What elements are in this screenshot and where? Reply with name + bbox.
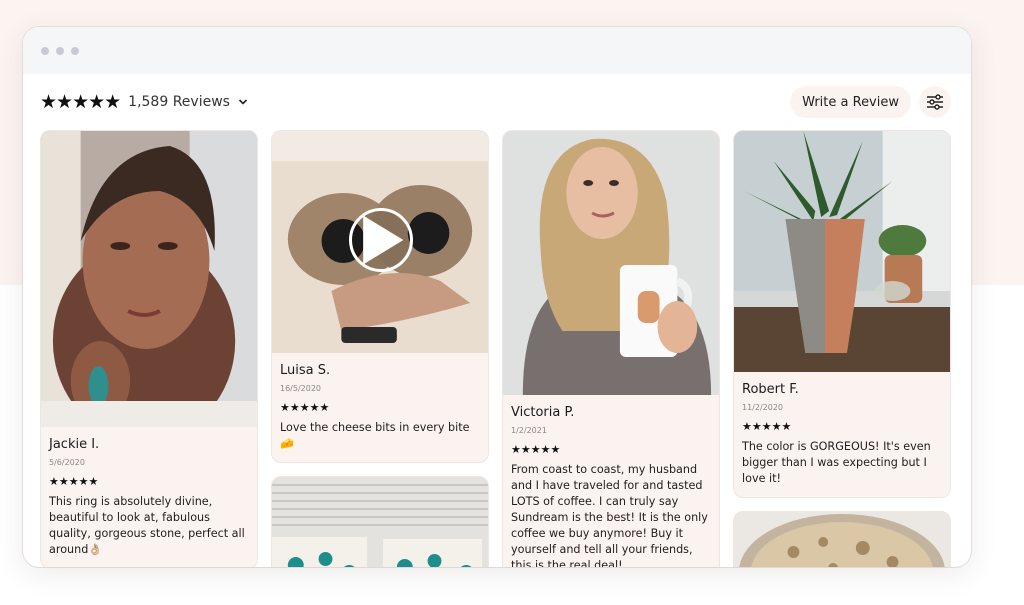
review-date: 11/2/2020	[742, 403, 784, 412]
review-photo	[503, 131, 719, 395]
reviews-column: Jackie I. 5/6/2020 ★★★★★ This ring is ab…	[40, 130, 258, 567]
write-review-button[interactable]: Write a Review	[790, 86, 911, 118]
review-photo	[734, 131, 950, 372]
five-star-icon: ★★★★★	[49, 475, 99, 488]
review-count: 1,589 Reviews	[128, 94, 230, 110]
review-card[interactable]: Luisa S. 16/5/2020 ★★★★★ Love the cheese…	[271, 130, 489, 463]
window-dot	[71, 46, 79, 55]
five-star-icon: ★★★★★	[742, 420, 792, 433]
reviews-summary-dropdown[interactable]: ★★★★★ 1,589 Reviews	[40, 91, 248, 113]
review-card[interactable]: Victoria P. 1/2/2021 ★★★★★ From coast to…	[502, 130, 720, 567]
review-card[interactable]	[271, 476, 489, 567]
chevron-down-icon	[238, 99, 248, 105]
review-text: The color is GORGEOUS! It's even bigger …	[742, 440, 931, 485]
reviewer-name: Victoria P.	[511, 405, 575, 420]
window-dot	[41, 46, 49, 55]
toolbar-actions: Write a Review	[790, 86, 951, 118]
reviewer-name: Robert F.	[742, 382, 799, 397]
review-photo	[272, 477, 488, 567]
review-photo	[41, 131, 257, 427]
review-date: 16/5/2020	[280, 384, 322, 393]
food-bowl-photo-image	[734, 512, 950, 567]
review-video-thumbnail[interactable]	[272, 131, 488, 353]
planter-photo-image	[734, 131, 950, 372]
review-date: 1/2/2021	[511, 426, 547, 435]
reviews-grid: Jackie I. 5/6/2020 ★★★★★ This ring is ab…	[40, 130, 951, 567]
play-button[interactable]	[349, 208, 413, 272]
review-card[interactable]: Robert F. 11/2/2020 ★★★★★ The color is G…	[733, 130, 951, 498]
review-photo	[734, 512, 950, 567]
five-star-icon: ★★★★★	[280, 401, 330, 414]
reviewer-name: Luisa S.	[280, 363, 331, 378]
window-chrome	[23, 27, 971, 74]
sliders-icon	[927, 94, 943, 110]
filter-button[interactable]	[919, 86, 951, 118]
reviews-toolbar: ★★★★★ 1,589 Reviews Write a Review	[23, 74, 971, 130]
portrait-photo-image	[41, 131, 257, 427]
review-date: 5/6/2020	[49, 458, 85, 467]
review-text: From coast to coast, my husband and I ha…	[511, 463, 708, 567]
reviews-column: Victoria P. 1/2/2021 ★★★★★ From coast to…	[502, 130, 720, 567]
play-icon	[363, 215, 404, 265]
window-dot	[56, 46, 64, 55]
review-text: This ring is absolutely divine, beautifu…	[49, 495, 245, 556]
reviewer-name: Jackie I.	[49, 437, 100, 452]
reviews-widget-window: ★★★★★ 1,589 Reviews Write a Review Jacki…	[23, 27, 971, 567]
five-star-icon: ★★★★★	[511, 443, 561, 456]
review-card[interactable]	[733, 511, 951, 567]
five-star-icon: ★★★★★	[40, 91, 121, 113]
reviews-column: Robert F. 11/2/2020 ★★★★★ The color is G…	[733, 130, 951, 567]
reviews-column: Luisa S. 16/5/2020 ★★★★★ Love the cheese…	[271, 130, 489, 567]
mug-portrait-photo-image	[503, 131, 719, 395]
pillows-photo-image	[272, 477, 488, 567]
review-text: Love the cheese bits in every bite 🧀	[280, 421, 470, 450]
review-card[interactable]: Jackie I. 5/6/2020 ★★★★★ This ring is ab…	[40, 130, 258, 567]
